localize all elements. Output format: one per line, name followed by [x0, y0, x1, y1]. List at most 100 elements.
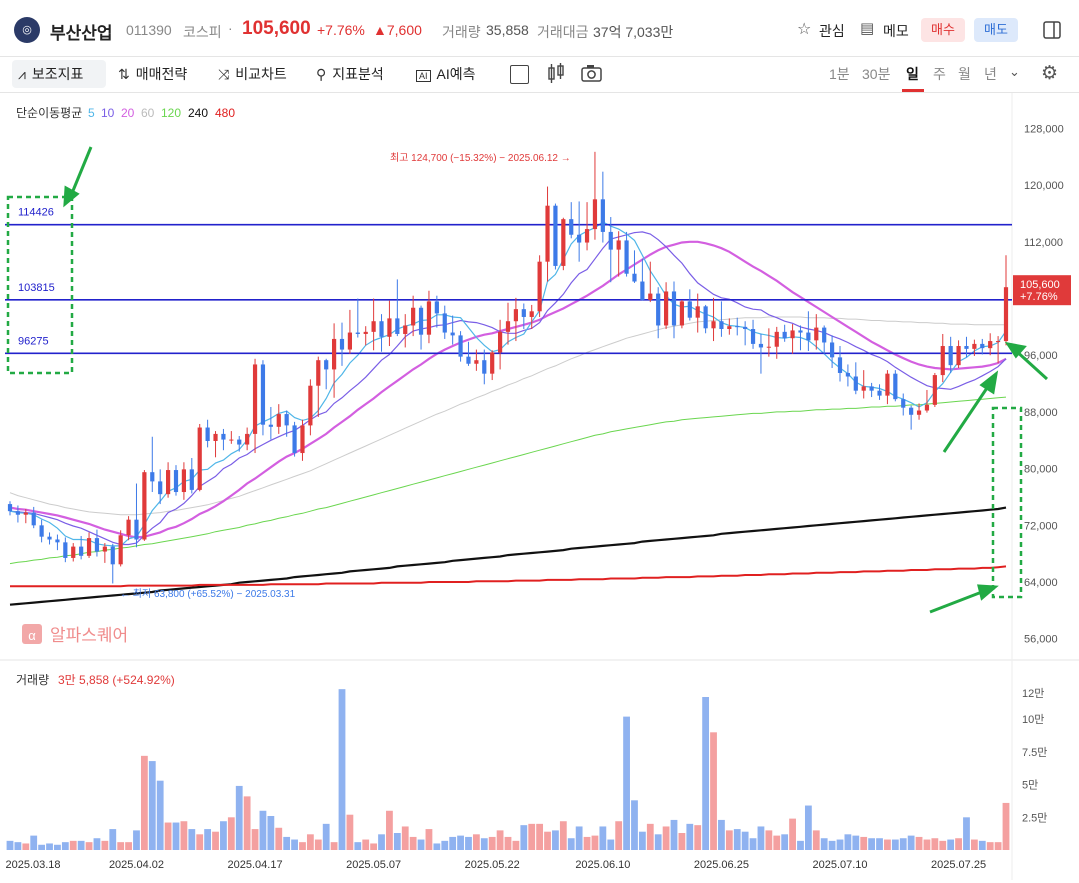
period-30min[interactable]: 30분	[862, 64, 890, 84]
volume-bar	[757, 826, 765, 850]
candle-body	[656, 293, 661, 326]
candle-body	[300, 425, 305, 454]
x-tick-label: 2025.05.07	[346, 859, 401, 871]
x-tick-label: 2025.03.18	[5, 859, 60, 871]
period-day[interactable]: 일	[906, 64, 919, 84]
candle-body	[316, 360, 321, 386]
ma-legend-120: 120	[161, 106, 181, 120]
strategy-icon: ⇅	[118, 66, 130, 82]
candle-body	[324, 360, 329, 370]
candle-body	[189, 469, 194, 490]
candle-body	[877, 390, 882, 396]
strategy-button[interactable]: ⇅ 매매전략	[118, 64, 187, 84]
volume-bar	[654, 834, 662, 850]
candle-body	[331, 338, 337, 370]
green-arrow-4	[929, 588, 988, 614]
period-1min[interactable]: 1분	[829, 64, 850, 84]
x-tick-label: 2025.04.02	[109, 859, 164, 871]
candle-body	[521, 309, 526, 317]
analysis-button[interactable]: ⚲ 지표분석	[316, 64, 384, 84]
volume-bar	[354, 842, 362, 850]
candle-body	[205, 427, 210, 441]
sell-button[interactable]: 매도	[974, 18, 1018, 42]
volume-bar	[6, 840, 14, 850]
candle-body	[39, 525, 44, 537]
volume-bar	[860, 836, 868, 850]
line-chart-mode-icon[interactable]	[510, 65, 529, 84]
ma-legend-20: 20	[121, 106, 135, 120]
watch-button[interactable]: 관심	[819, 21, 845, 41]
volume-bar	[702, 697, 710, 850]
volume-bar	[370, 843, 378, 850]
high-annotation: 최고 124,700 (−15.32%) − 2025.06.12 →	[390, 152, 571, 164]
volume-bar	[955, 838, 962, 850]
volume-bar	[125, 842, 132, 850]
x-tick-label: 2025.06.10	[575, 859, 630, 871]
indicator-button[interactable]: ⩘ 보조지표	[18, 64, 83, 84]
price-chart[interactable]: 단순이동평균 5 10 20 60 120 240 480 α 알파스퀘어 114426 10…	[0, 93, 1079, 883]
candle-body	[158, 481, 163, 495]
stock-name[interactable]: 부산산업	[50, 19, 113, 44]
ma-legend-240: 240	[188, 106, 208, 120]
candle-body	[663, 291, 669, 326]
compare-button[interactable]: ⤨ 비교차트	[218, 64, 287, 84]
volume-bar	[599, 826, 607, 850]
volume-bar	[686, 823, 694, 850]
volume-bar	[243, 796, 251, 850]
volume-bar	[615, 821, 623, 850]
memo-button[interactable]: 메모	[883, 21, 909, 41]
y-axis: 128,000120,000112,000104,00096,00088,000…	[1024, 123, 1064, 645]
candle-body	[980, 343, 985, 349]
ma-legend-10: 10	[101, 106, 115, 120]
volume-bar	[963, 817, 970, 850]
user-annotations	[6, 146, 1049, 614]
candle-body	[15, 511, 21, 515]
volume-bar	[220, 821, 227, 850]
candle-body	[363, 331, 368, 334]
volume-bar	[109, 829, 117, 850]
candle-body	[505, 321, 511, 332]
chevron-down-icon[interactable]: ⌄	[1009, 64, 1020, 80]
memo-icon[interactable]: ▤	[860, 19, 874, 37]
candle-body	[608, 231, 613, 250]
period-month[interactable]: 월	[958, 64, 971, 84]
ma-legend: 단순이동평균 5 10 20 60 120 240 480	[16, 106, 235, 120]
period-year[interactable]: 년	[984, 64, 997, 84]
green-dashed-box-right	[991, 406, 1023, 599]
ai-predict-button[interactable]: AI AI예측	[416, 64, 476, 84]
candle-body	[355, 332, 360, 334]
volume-bar	[733, 829, 741, 850]
green-arrow-2-head	[979, 370, 999, 395]
candle-body	[537, 261, 542, 312]
candle-body	[490, 352, 495, 374]
volume-bar	[346, 814, 354, 850]
candle-body	[23, 512, 28, 515]
volume-tick-label: 5만	[1022, 779, 1038, 792]
separator-dot: ·	[228, 20, 233, 36]
stock-code: 011390	[126, 22, 172, 38]
settings-gear-icon[interactable]: ⚙	[1041, 62, 1058, 85]
period-week[interactable]: 주	[933, 64, 946, 84]
buy-button[interactable]: 매수	[921, 18, 965, 42]
candle-body	[150, 472, 155, 482]
volume-bar	[259, 810, 267, 850]
volume-bar	[133, 830, 140, 850]
candle-mode-icon[interactable]	[547, 63, 565, 85]
volume-bar	[559, 821, 567, 850]
candle-body	[964, 346, 969, 349]
volume-bar	[852, 835, 860, 850]
current-price-badge-pct: +7.76%	[1020, 291, 1058, 303]
volume-bar	[528, 823, 536, 850]
camera-icon[interactable]	[581, 64, 602, 82]
volume-bar	[425, 829, 433, 850]
candle-body	[885, 373, 890, 396]
volume-bar	[156, 780, 164, 850]
candle-body	[245, 433, 250, 445]
volume-bar	[54, 844, 61, 850]
y-tick-label: 80,000	[1024, 464, 1058, 476]
candle-body	[347, 332, 353, 350]
star-icon[interactable]: ☆	[797, 19, 811, 39]
candle-body	[426, 301, 432, 335]
panel-toggle-icon[interactable]	[1043, 21, 1061, 39]
candle-body	[411, 307, 416, 326]
